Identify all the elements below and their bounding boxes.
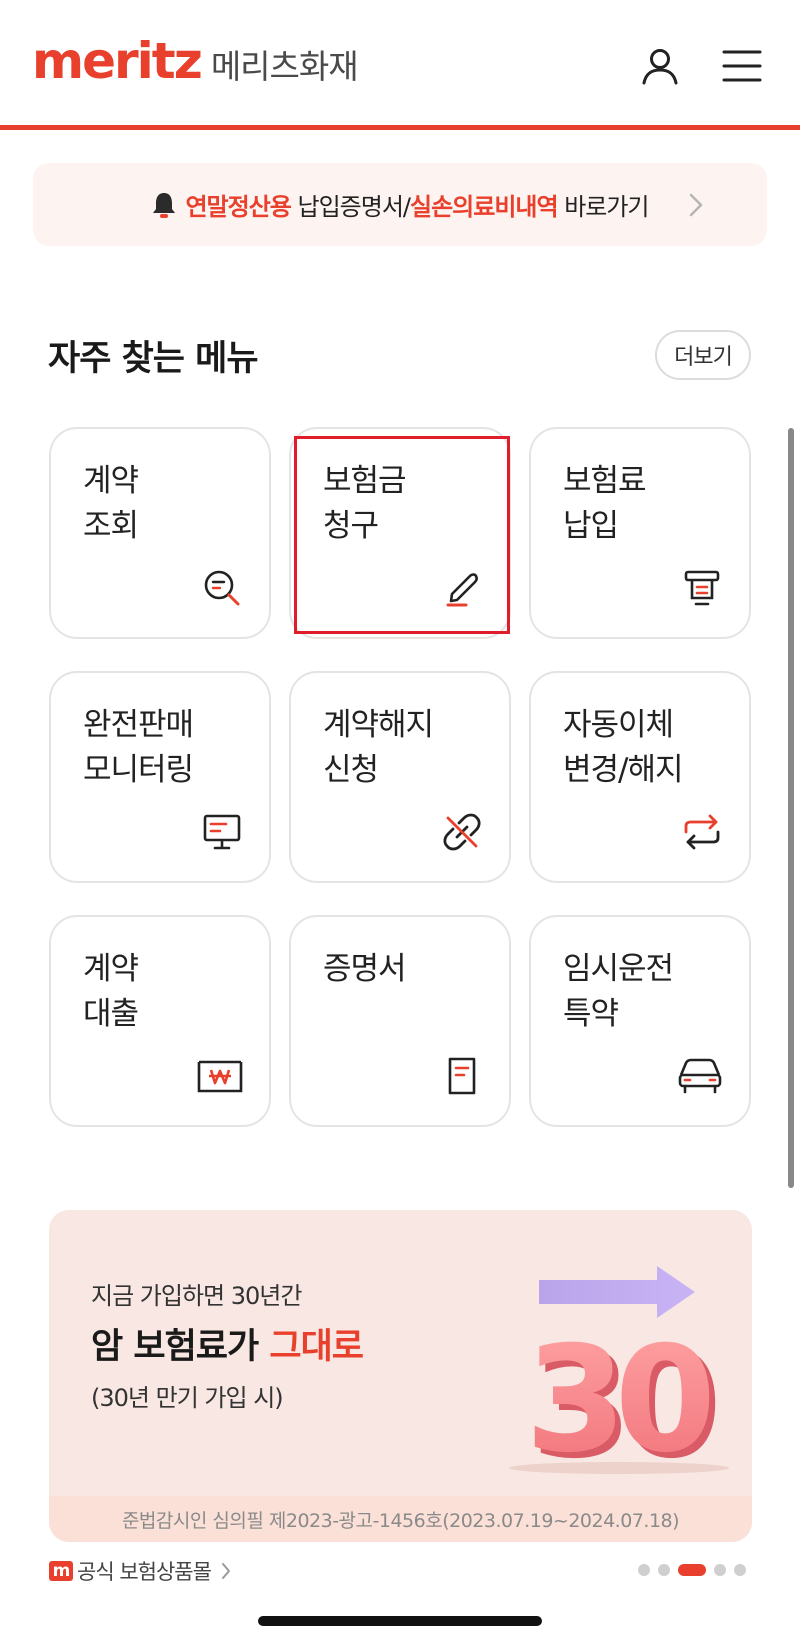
menu-tile-label: 완전판매 모니터링 — [83, 707, 194, 788]
bell-icon — [151, 191, 177, 219]
logo-wordmark: meritz — [32, 32, 203, 90]
monitor-icon — [199, 809, 245, 855]
unlink-icon — [439, 809, 485, 855]
transfer-arrows-icon — [679, 809, 725, 855]
promo-condition: (30년 만기 가입 시) — [91, 1384, 284, 1412]
notice-text-certificate: 납입증명서/ — [290, 193, 412, 221]
certificate-document-icon — [439, 1053, 485, 1099]
promo-subtitle: 지금 가입하면 30년간 — [91, 1282, 302, 1310]
home-indicator[interactable] — [258, 1616, 542, 1626]
promo-headline-accent: 그대로 — [269, 1327, 364, 1367]
menu-tile-label: 임시운전 특약 — [563, 951, 674, 1032]
more-button[interactable]: 더보기 — [655, 330, 751, 380]
menu-tile-sales-monitoring[interactable]: 완전판매 모니터링 — [49, 671, 271, 883]
highlight-frame — [294, 436, 510, 634]
menu-tile-label: 증명서 — [323, 951, 407, 987]
menu-tile-label: 보험료 납입 — [563, 463, 647, 544]
chevron-right-icon — [221, 1562, 231, 1580]
notice-text-shortcut: 바로가기 — [557, 193, 649, 221]
menu-tile-temporary-driving[interactable]: 임시운전 특약 — [529, 915, 751, 1127]
menu-tile-contract-termination[interactable]: 계약해지 신청 — [289, 671, 511, 883]
frequent-menu-title: 자주 찾는 메뉴 — [48, 339, 259, 379]
vertical-scrollbar[interactable] — [788, 428, 794, 1188]
menu-tile-contract-inquiry[interactable]: 계약 조회 — [49, 427, 271, 639]
meritz-logo[interactable]: meritz 메리츠화재 — [32, 32, 359, 90]
user-icon[interactable] — [638, 44, 682, 88]
notice-keyword-medical: 실손의료비내역 — [410, 193, 559, 221]
menu-tile-contract-loan[interactable]: 계약 대출 — [49, 915, 271, 1127]
pagination-dot[interactable] — [714, 1564, 726, 1576]
pagination-dot[interactable] — [734, 1564, 746, 1576]
shop-link-label: 공식 보험상품몰 — [77, 1560, 212, 1584]
cancer-insurance-promo-banner[interactable]: 지금 가입하면 30년간 암 보험료가 그대로 (30년 만기 가입 시) 30… — [49, 1210, 752, 1542]
notice-keyword-tax: 연말정산용 — [185, 193, 291, 221]
thirty-years-graphic: 30 30 — [509, 1266, 729, 1480]
menu-tile-label: 자동이체 변경/해지 — [563, 707, 684, 788]
year-end-tax-notice-banner[interactable]: 연말정산용 납입증명서/ 실손의료비내역 바로가기 — [33, 163, 767, 246]
won-bill-icon — [195, 1053, 245, 1099]
app-header: meritz 메리츠화재 — [0, 0, 800, 130]
menu-tile-auto-transfer[interactable]: 자동이체 변경/해지 — [529, 671, 751, 883]
chevron-right-icon — [685, 191, 707, 219]
banner-pagination[interactable] — [638, 1564, 754, 1576]
promo-headline-main: 암 보험료가 — [91, 1327, 270, 1367]
promo-headline: 암 보험료가 그대로 — [91, 1318, 364, 1369]
menu-tile-premium-payment[interactable]: 보험료 납입 — [529, 427, 751, 639]
menu-tile-certificate[interactable]: 증명서 — [289, 915, 511, 1127]
search-document-icon — [199, 565, 245, 611]
header-divider — [0, 125, 800, 130]
menu-tile-label: 계약 대출 — [83, 951, 139, 1032]
meritz-m-logo-icon: m — [49, 1561, 73, 1581]
compliance-footnote: 준법감시인 심의필 제2023-광고-1456호(2023.07.19~2024… — [49, 1496, 752, 1542]
menu-tile-label: 계약 조회 — [83, 463, 139, 544]
official-shop-link[interactable]: m 공식 보험상품몰 — [49, 1556, 231, 1586]
hamburger-menu-icon[interactable] — [720, 44, 764, 88]
logo-korean-name: 메리츠화재 — [210, 47, 359, 86]
graphic-number: 30 — [525, 1315, 710, 1480]
pagination-dot[interactable] — [638, 1564, 650, 1576]
menu-tile-label: 계약해지 신청 — [323, 707, 434, 788]
pagination-dot[interactable] — [658, 1564, 670, 1576]
pagination-dot-active[interactable] — [678, 1564, 706, 1576]
payment-terminal-icon — [679, 565, 725, 611]
car-icon — [675, 1053, 725, 1099]
